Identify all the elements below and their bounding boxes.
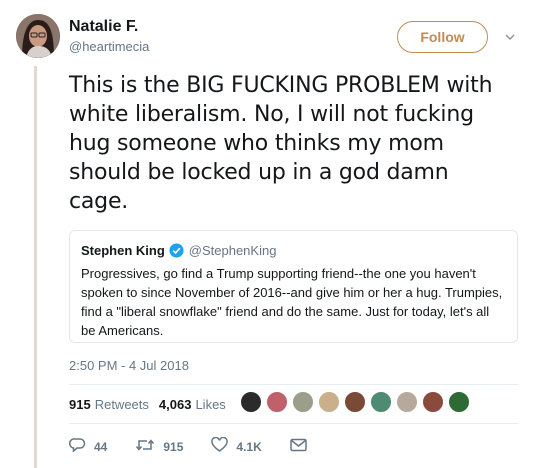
author-handle[interactable]: @heartimecia [69,39,149,54]
retweet-count: 915 [163,439,184,454]
divider [69,423,518,424]
quoted-author-name[interactable]: Stephen King [81,243,165,258]
reply-button[interactable]: 44 [68,437,108,456]
tweet-text: This is the BIG FUCKING PROBLEM with whi… [69,73,493,214]
liker-avatar[interactable] [448,391,470,413]
direct-message-button[interactable] [290,438,315,455]
liker-avatar[interactable] [344,391,366,413]
liker-avatar[interactable] [318,391,340,413]
author-avatar[interactable] [16,14,60,58]
liker-avatar[interactable] [266,391,288,413]
engagement-stats: 915 Retweets 4,063 Likes [69,397,226,412]
retweet-button[interactable]: 915 [135,437,183,456]
follow-button[interactable]: Follow [397,21,488,53]
like-count: 4.1K [236,439,262,454]
tweet-timestamp[interactable]: 2:50 PM - 4 Jul 2018 [69,358,189,373]
thread-line [34,66,37,468]
liker-avatar[interactable] [292,391,314,413]
divider [69,384,518,385]
reply-icon [68,437,94,456]
liker-avatars [240,391,474,413]
reply-count: 44 [94,439,108,454]
heart-icon [211,436,236,456]
like-button[interactable]: 4.1K [211,436,262,456]
liker-avatar[interactable] [396,391,418,413]
likes-count[interactable]: 4,063 [159,397,192,412]
liker-avatar[interactable] [240,391,262,413]
quoted-tweet-text: Progressives, go find a Trump supporting… [81,266,503,338]
quoted-tweet[interactable]: Stephen King @StephenKing Progressives, … [69,230,518,343]
tweet-actions: 44 915 4.1K [68,436,343,456]
retweets-label[interactable]: Retweets [95,397,149,412]
chevron-down-icon[interactable] [504,30,516,42]
likes-label[interactable]: Likes [195,397,225,412]
verified-badge-icon [169,242,184,258]
retweets-count[interactable]: 915 [69,397,91,412]
author-name[interactable]: Natalie F. [69,18,138,36]
liker-avatar[interactable] [422,391,444,413]
message-icon [290,438,315,455]
quoted-author-handle[interactable]: @StephenKing [189,243,277,258]
liker-avatar[interactable] [370,391,392,413]
retweet-icon [135,437,163,456]
